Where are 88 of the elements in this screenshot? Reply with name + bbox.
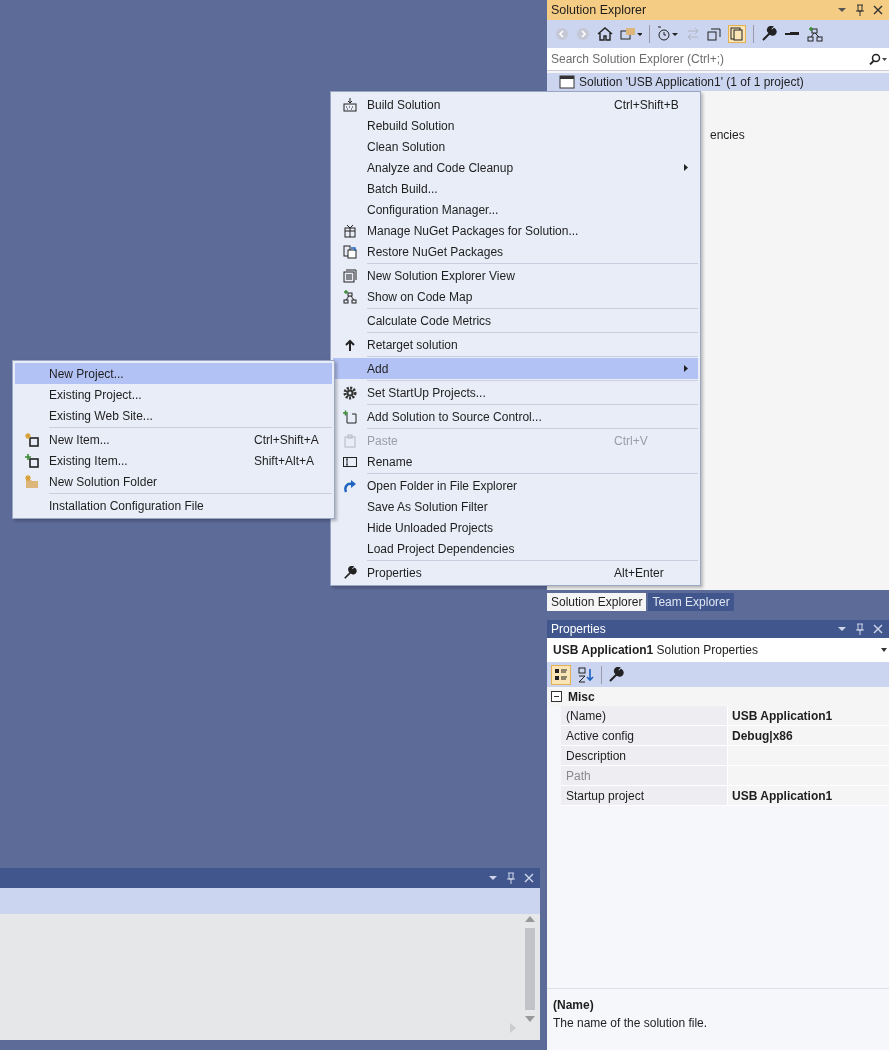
home-icon[interactable] xyxy=(597,26,613,42)
menu-item[interactable]: New Project... xyxy=(15,363,332,384)
search-icon[interactable] xyxy=(869,53,887,65)
build-icon xyxy=(343,97,357,112)
tree-item[interactable]: Solution 'USB Application1' (1 of 1 project) xyxy=(547,73,889,91)
menu-item[interactable]: Existing Item... Shift+Alt+A xyxy=(15,450,332,471)
menu-item[interactable]: Existing Project... xyxy=(15,384,332,405)
property-name[interactable]: Description xyxy=(561,746,728,765)
pin-icon[interactable] xyxy=(855,4,865,16)
menu-item[interactable]: Installation Configuration File xyxy=(15,495,332,516)
sort-alpha-icon[interactable] xyxy=(577,665,595,684)
menu-item[interactable]: New Solution Folder xyxy=(15,471,332,492)
submenu-arrow-icon xyxy=(684,164,688,171)
search-input[interactable]: Search Solution Explorer (Ctrl+;) xyxy=(551,52,869,66)
show-all-files-icon[interactable] xyxy=(728,25,746,43)
property-name[interactable]: Active config xyxy=(561,726,728,745)
gift-icon xyxy=(344,223,356,238)
property-value[interactable]: USB Application1 xyxy=(728,786,889,805)
redo-arrow-icon xyxy=(343,478,357,493)
dropdown-icon[interactable] xyxy=(837,5,847,15)
panel-tab[interactable]: Solution Explorer xyxy=(547,593,647,611)
submenu-arrow-icon xyxy=(684,365,688,372)
categorized-icon[interactable] xyxy=(551,664,571,685)
menu-item[interactable]: Hide Unloaded Projects xyxy=(333,517,698,538)
menu-item[interactable]: Retarget solution xyxy=(333,334,698,355)
object-selector[interactable]: USB Application1 Solution Properties xyxy=(547,638,889,662)
up-arrow-icon xyxy=(345,338,355,351)
menu-item[interactable]: Rename xyxy=(333,451,698,472)
menu-item[interactable]: Open Folder in File Explorer xyxy=(333,475,698,496)
category-label: Misc xyxy=(568,689,595,704)
add-file-icon xyxy=(343,409,357,424)
clipboard-icon xyxy=(344,433,356,448)
menu-item[interactable]: Rebuild Solution xyxy=(333,115,698,136)
menu-item[interactable]: Existing Web Site... xyxy=(15,405,332,426)
menu-item[interactable]: Load Project Dependencies xyxy=(333,538,698,559)
caret-icon xyxy=(881,648,887,652)
package-icon xyxy=(343,244,357,259)
menu-item[interactable]: Configuration Manager... xyxy=(333,199,698,220)
menu-item[interactable]: Analyze and Code Cleanup xyxy=(333,157,698,178)
window-icon xyxy=(343,268,357,283)
add-item-icon xyxy=(25,453,39,468)
collapse-all-icon[interactable] xyxy=(707,27,721,41)
code-map-icon[interactable] xyxy=(807,26,823,42)
close-icon[interactable] xyxy=(873,5,883,15)
wrench-icon[interactable] xyxy=(608,666,624,683)
property-value[interactable]: USB Application1 xyxy=(728,706,889,725)
solution-icon xyxy=(559,75,575,89)
code-map-icon xyxy=(343,289,357,304)
property-name[interactable]: (Name) xyxy=(561,706,728,725)
shortcut-label: Ctrl+Shift+A xyxy=(254,432,320,447)
tree-label: Solution 'USB Application1' (1 of 1 project) xyxy=(579,75,804,89)
menu-item[interactable]: Manage NuGet Packages for Solution... xyxy=(333,220,698,241)
shortcut-label: Ctrl+V xyxy=(614,433,649,448)
folder-icon xyxy=(25,474,39,489)
panel-title: Solution Explorer xyxy=(551,3,648,17)
menu-item[interactable]: New Item... Ctrl+Shift+A xyxy=(15,429,332,450)
menu-item[interactable]: Restore NuGet Packages xyxy=(333,241,698,262)
dropdown-icon[interactable] xyxy=(488,873,498,883)
dropdown-icon[interactable] xyxy=(837,624,847,634)
menu-item[interactable]: Batch Build... xyxy=(333,178,698,199)
shortcut-label: Alt+Enter xyxy=(614,565,665,580)
menu-item[interactable]: Properties Alt+Enter xyxy=(333,562,698,583)
description-text: The name of the solution file. xyxy=(553,1015,709,1032)
menu-item[interactable]: Clean Solution xyxy=(333,136,698,157)
description-title: (Name) xyxy=(553,997,595,1014)
menu-item[interactable]: Calculate Code Metrics xyxy=(333,310,698,331)
property-value[interactable]: Debug|x86 xyxy=(728,726,889,745)
menu-item[interactable]: Add xyxy=(333,358,698,379)
tree-label: encies xyxy=(710,128,745,142)
menu-item[interactable]: Save As Solution Filter xyxy=(333,496,698,517)
menu-item[interactable]: Set StartUp Projects... xyxy=(333,382,698,403)
panel-tab[interactable]: Team Explorer xyxy=(648,593,734,611)
menu-item[interactable]: Add Solution to Source Control... xyxy=(333,406,698,427)
shortcut-label: Ctrl+Shift+B xyxy=(614,97,680,112)
history-icon[interactable] xyxy=(657,26,679,42)
panel-title: Properties xyxy=(551,622,607,636)
new-item-icon xyxy=(25,432,39,447)
menu-item[interactable]: Build Solution Ctrl+Shift+B xyxy=(333,94,698,115)
property-name[interactable]: Startup project xyxy=(561,786,728,805)
search-field[interactable]: Search Solution Explorer (Ctrl+;) xyxy=(547,48,889,71)
shortcut-label: Shift+Alt+A xyxy=(254,453,316,468)
menu-item[interactable]: Show on Code Map xyxy=(333,286,698,307)
menu-item[interactable]: New Solution Explorer View xyxy=(333,265,698,286)
wrench-icon[interactable] xyxy=(761,26,777,42)
collapse-icon[interactable] xyxy=(551,691,562,702)
rename-icon xyxy=(343,456,357,467)
gear-icon xyxy=(343,385,357,400)
wrench-icon xyxy=(343,565,357,580)
